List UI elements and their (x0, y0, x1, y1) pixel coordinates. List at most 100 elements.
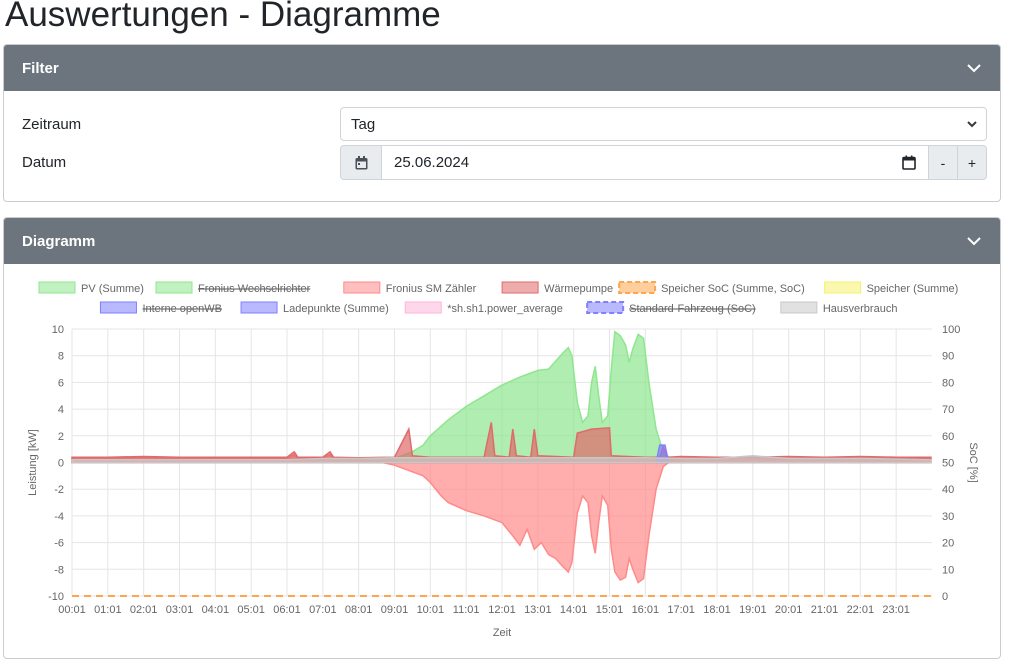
chevron-down-icon (966, 117, 978, 134)
legend-item-sh-sh1-power-average[interactable]: *sh.sh1.power_average (404, 301, 563, 315)
y2-tick-label: 80 (942, 377, 954, 389)
legend-label: Speicher SoC (Summe, SoC) (661, 283, 805, 295)
legend-item-ladepunkte-summe[interactable]: Ladepunkte (Summe) (240, 301, 389, 315)
legend-item-hausverbrauch[interactable]: Hausverbrauch (780, 301, 898, 315)
x-tick-label: 02:01 (130, 604, 158, 616)
date-input-value: 25.06.2024 (394, 154, 470, 171)
y-tick-label: 10 (52, 324, 64, 336)
y2-tick-label: 60 (942, 431, 954, 443)
page-title: Auswertungen - Diagramme (5, 0, 441, 34)
x-tick-label: 07:01 (309, 604, 337, 616)
legend-item-fronius-sm-z-hler[interactable]: Fronius SM Zähler (343, 281, 477, 295)
x-tick-label: 05:01 (237, 604, 265, 616)
legend-item-fronius-wechselrichter[interactable]: Fronius Wechselrichter (155, 281, 311, 295)
chart-series (71, 330, 932, 597)
y-tick-label: -6 (54, 538, 64, 550)
x-tick-label: 06:01 (273, 604, 301, 616)
legend-label: Interne openWB (142, 303, 222, 315)
y2-tick-label: 50 (942, 458, 954, 470)
legend-swatch (155, 281, 193, 294)
diagram-card-header[interactable]: Diagramm (4, 218, 1000, 264)
date-input[interactable]: 25.06.2024 (382, 145, 929, 180)
x-tick-label: 15:01 (596, 604, 624, 616)
legend-swatch (501, 281, 539, 294)
diagram-header-title: Diagramm (22, 232, 96, 250)
y2-tick-label: 100 (942, 324, 960, 336)
legend-item-speicher-summe[interactable]: Speicher (Summe) (824, 281, 959, 295)
chevron-down-icon[interactable] (966, 60, 982, 76)
legend-label: Standard-Fahrzeug (SoC) (629, 303, 756, 315)
x-tick-label: 09:01 (381, 604, 409, 616)
y2-tick-label: 30 (942, 511, 954, 523)
y-tick-label: 4 (58, 404, 64, 416)
legend-swatch (586, 301, 625, 314)
x-tick-label: 14:01 (560, 604, 588, 616)
y-tick-label: -4 (54, 511, 64, 523)
y2-tick-label: 0 (942, 591, 948, 603)
x-tick-label: 23:01 (882, 604, 910, 616)
legend-swatch (240, 301, 278, 314)
y2-tick-label: 40 (942, 484, 954, 496)
date-input-group: 25.06.2024 - + (340, 145, 987, 180)
filter-header-title: Filter (22, 59, 59, 77)
legend-label: *sh.sh1.power_average (447, 303, 563, 315)
y-tick-label: -2 (54, 484, 64, 496)
legend-item-pv-summe[interactable]: PV (Summe) (38, 281, 144, 295)
y-tick-label: -8 (54, 564, 64, 576)
legend-label: PV (Summe) (81, 283, 144, 295)
legend-swatch (780, 301, 818, 314)
filter-card: Filter Zeitraum Tag Datum 25.06.2024 - + (3, 44, 1001, 202)
period-select[interactable]: Tag (340, 107, 987, 141)
legend-label: Wärmepumpe (544, 283, 613, 295)
y-tick-label: 0 (58, 458, 64, 470)
x-tick-label: 12:01 (488, 604, 516, 616)
x-tick-label: 08:01 (345, 604, 373, 616)
series-fronius-sm-z-hler (71, 453, 932, 584)
date-decrement-button[interactable]: - (929, 145, 958, 180)
x-tick-label: 18:01 (703, 604, 731, 616)
power-chart[interactable]: PV (Summe) Fronius Wechselrichter Fronius … (4, 264, 1000, 658)
legend-item-w-rmepumpe[interactable]: Wärmepumpe (501, 281, 613, 295)
legend-swatch (38, 281, 76, 294)
y2-tick-label: 90 (942, 351, 954, 363)
legend-label: Fronius Wechselrichter (198, 283, 311, 295)
y2-tick-label: 10 (942, 564, 954, 576)
x-tick-label: 04:01 (202, 604, 230, 616)
legend-item-standard-fahrzeug-soc[interactable]: Standard-Fahrzeug (SoC) (586, 301, 756, 315)
chart-legend: PV (Summe) Fronius Wechselrichter Fronius … (38, 281, 959, 315)
diagram-card: Diagramm PV (Summe) Fronius Wechselrichte… (3, 217, 1001, 659)
x-tick-label: 01:01 (94, 604, 122, 616)
legend-swatch (404, 301, 442, 314)
legend-swatch (824, 281, 862, 294)
y-axis-label: Leistung [kW] (27, 429, 39, 496)
date-increment-button[interactable]: + (958, 145, 987, 180)
calendar-picker-icon[interactable] (902, 155, 916, 174)
filter-card-header[interactable]: Filter (4, 45, 1000, 91)
x-tick-label: 22:01 (847, 604, 875, 616)
x-tick-label: 17:01 (667, 604, 695, 616)
x-tick-label: 13:01 (524, 604, 552, 616)
y2-tick-label: 70 (942, 404, 954, 416)
chevron-down-icon[interactable] (966, 233, 982, 249)
legend-label: Ladepunkte (Summe) (283, 303, 389, 315)
period-select-value: Tag (351, 115, 376, 133)
legend-label: Fronius SM Zähler (386, 283, 477, 295)
x-tick-label: 16:01 (632, 604, 660, 616)
x-tick-label: 10:01 (417, 604, 445, 616)
legend-swatch (99, 301, 137, 314)
y2-axis-label: SoC [%] (967, 442, 979, 482)
y-tick-label: 8 (58, 351, 64, 363)
y2-tick-label: 20 (942, 538, 954, 550)
y-tick-label: 2 (58, 431, 64, 443)
x-tick-label: 00:01 (58, 604, 86, 616)
legend-item-interne-openwb[interactable]: Interne openWB (99, 301, 222, 315)
x-axis-label: Zeit (493, 627, 511, 639)
legend-item-speicher-soc-summe-soc[interactable]: Speicher SoC (Summe, SoC) (618, 281, 805, 295)
legend-label: Hausverbrauch (823, 303, 898, 315)
x-tick-label: 11:01 (453, 604, 480, 616)
x-tick-label: 20:01 (775, 604, 803, 616)
x-tick-label: 21:01 (811, 604, 839, 616)
period-label: Zeitraum (22, 116, 82, 133)
x-tick-label: 19:01 (739, 604, 767, 616)
legend-label: Speicher (Summe) (867, 283, 959, 295)
